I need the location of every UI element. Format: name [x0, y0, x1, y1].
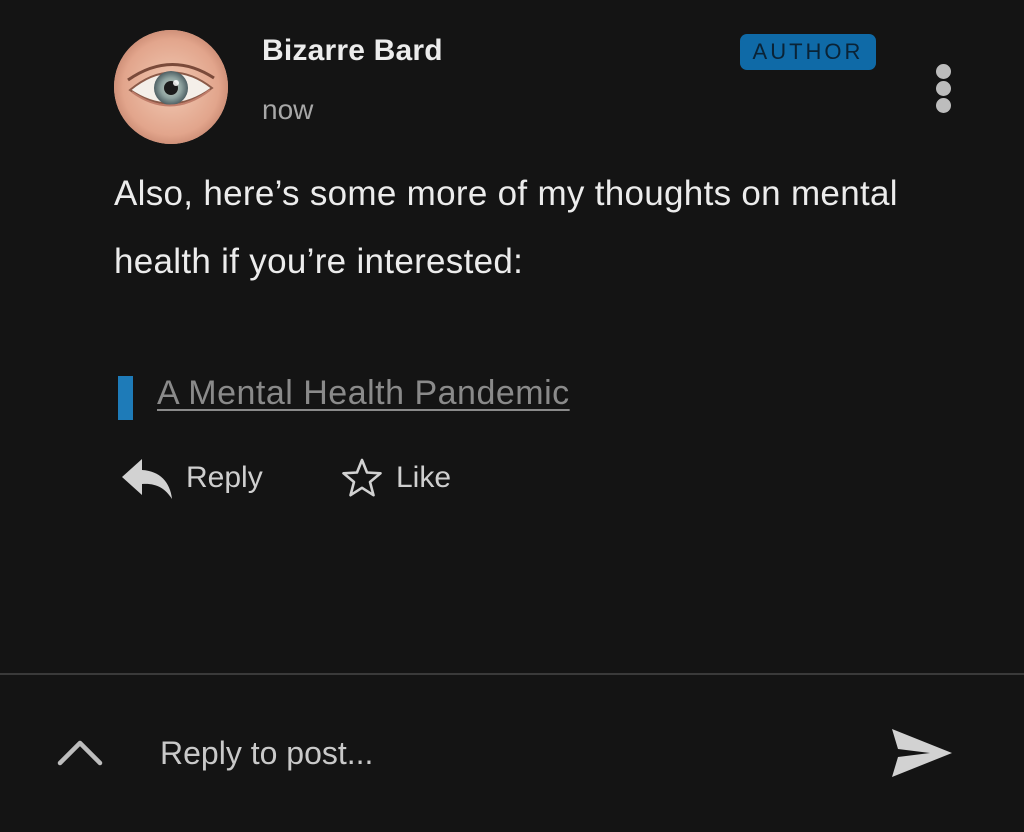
reply-input[interactable] [160, 725, 840, 781]
comment-card: Bizarre Bard now AUTHOR Also, here’s som… [0, 0, 1024, 674]
timestamp: now [262, 94, 314, 125]
more-vertical-icon[interactable] [926, 58, 962, 118]
menu-dot [936, 64, 951, 79]
eye-avatar-image [114, 30, 228, 144]
author-name[interactable]: Bizarre Bard [262, 34, 443, 68]
chevron-up-icon[interactable] [54, 733, 106, 769]
reply-composer [0, 675, 1024, 832]
reply-button[interactable]: Reply [120, 452, 263, 504]
menu-dot [936, 81, 951, 96]
star-outline-icon [342, 458, 382, 497]
chevron-up-glyph [57, 740, 103, 766]
menu-dot [936, 98, 951, 113]
like-button[interactable]: Like [340, 452, 451, 504]
reply-arrow-icon [122, 459, 172, 499]
reply-label: Reply [186, 461, 263, 494]
comment-text: Also, here’s some more of my thoughts on… [114, 174, 898, 281]
like-label: Like [396, 461, 452, 494]
send-glyph [892, 729, 952, 777]
author-badge: AUTHOR [740, 34, 876, 70]
linked-post-title[interactable]: A Mental Health Pandemic [157, 374, 570, 413]
quote-bar [118, 376, 133, 420]
avatar[interactable] [114, 30, 228, 144]
send-icon[interactable] [890, 725, 954, 781]
